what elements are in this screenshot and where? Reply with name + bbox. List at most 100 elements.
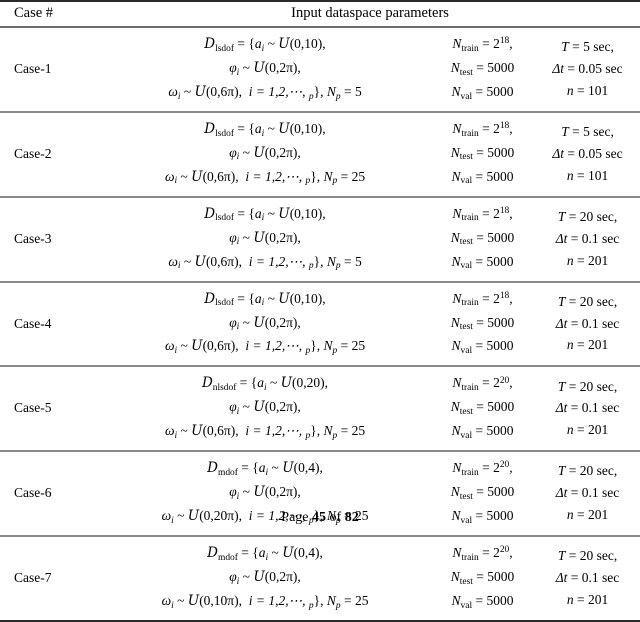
n-val-line: Nval = 5000: [451, 338, 514, 357]
case-label-cell: Case-5: [14, 400, 52, 416]
case-label-cell: Case-4: [14, 315, 52, 331]
column-header-input-dataspace-parameters: Input dataspace parameters: [291, 5, 449, 21]
time-parameters-cell: T = 20 sec, Δt = 0.1 sec n = 201: [535, 366, 640, 451]
footer-total-pages: 82: [344, 510, 359, 525]
dataspace-parameters-table: Case # Input dataspace parameters Case-1…: [0, 0, 640, 622]
total-time-line: T = 20 sec,: [557, 293, 618, 309]
dataspace-omega-line: ωi ~ U(0,10π), i = 1,2,⋯, p}, Np = 25: [161, 593, 369, 611]
table-header-row: Case # Input dataspace parameters: [0, 1, 640, 27]
dataset-sizes-cell: Ntrain = 220, Ntest = 5000 Nval = 5000: [430, 536, 535, 621]
dataset-sizes-cell: Ntrain = 220, Ntest = 5000 Nval = 5000: [430, 366, 535, 451]
n-train-line: Ntrain = 220,: [452, 375, 513, 394]
n-test-line: Ntest = 5000: [450, 314, 515, 333]
footer-prefix: Page: [281, 510, 313, 525]
dataspace-amplitude-line: Dlsdof = {ai ~ U(0,10),: [204, 120, 326, 139]
n-test-line: Ntest = 5000: [450, 484, 515, 502]
table-row: Case-1 Dlsdof = {ai ~ U(0,10), φi ~ U(0,2π…: [0, 27, 640, 112]
dataspace-amplitude-line: Dlsdof = {ai ~ U(0,10),: [204, 36, 326, 54]
case-label-cell: Case-3: [14, 230, 52, 246]
n-val-line: Nval = 5000: [451, 593, 514, 611]
table-row: Case-5 Dnlsdof = {ai ~ U(0,20), φi ~ U(0,2…: [0, 366, 640, 451]
time-parameters-cell: T = 20 sec, Δt = 0.1 sec n = 201: [535, 197, 640, 282]
time-parameters-cell: T = 20 sec, Δt = 0.1 sec n = 201: [535, 282, 640, 367]
table-row: Case-2 Dlsdof = {ai ~ U(0,10), φi ~ U(0,2π…: [0, 111, 640, 197]
footer-page-number: 45: [312, 510, 327, 525]
n-train-line: Ntrain = 220,: [452, 545, 513, 563]
n-train-line: Ntrain = 220,: [452, 460, 513, 478]
time-step-line: Δt = 0.1 sec: [555, 315, 620, 331]
n-test-line: Ntest = 5000: [450, 569, 515, 587]
n-train-line: Ntrain = 218,: [452, 205, 513, 224]
total-time-line: T = 20 sec,: [557, 548, 618, 564]
dataspace-parameters-cell: Dlsdof = {ai ~ U(0,10), φi ~ U(0,2π), ωi ~…: [100, 282, 430, 367]
document-page: Case # Input dataspace parameters Case-1…: [0, 0, 640, 622]
time-step-line: Δt = 0.1 sec: [555, 485, 620, 501]
dataspace-phase-line: φi ~ U(0,2π),: [229, 144, 301, 163]
num-steps-line: n = 201: [566, 337, 609, 353]
dataspace-omega-line: ωi ~ U(0,6π), i = 1,2,⋯, p}, Np = 25: [164, 338, 366, 357]
n-test-line: Ntest = 5000: [450, 144, 515, 163]
time-step-line: Δt = 0.05 sec: [552, 61, 623, 76]
total-time-line: T = 20 sec,: [557, 463, 618, 479]
n-train-line: Ntrain = 218,: [452, 120, 513, 139]
case-label-cell: Case-2: [14, 145, 52, 161]
table-row: Case-4 Dlsdof = {ai ~ U(0,10), φi ~ U(0,2π…: [0, 281, 640, 367]
dataspace-phase-line: φi ~ U(0,2π),: [229, 229, 301, 248]
n-val-line: Nval = 5000: [451, 168, 514, 187]
dataspace-omega-line: ωi ~ U(0,6π), i = 1,2,⋯, p}, Np = 25: [164, 423, 366, 441]
n-test-line: Ntest = 5000: [450, 399, 515, 418]
dataspace-parameters-cell: Dmdof = {ai ~ U(0,4), φi ~ U(0,2π), ωi ~ U…: [100, 536, 430, 621]
dataspace-parameters-cell: Dlsdof = {ai ~ U(0,10), φi ~ U(0,2π), ωi ~…: [100, 112, 430, 197]
dataset-sizes-cell: Ntrain = 218, Ntest = 5000 Nval = 5000: [430, 282, 535, 367]
time-step-line: Δt = 0.1 sec: [555, 400, 620, 416]
dataspace-omega-line: ωi ~ U(0,6π), i = 1,2,⋯, p}, Np = 5: [168, 253, 362, 272]
total-time-line: T = 5 sec,: [561, 39, 614, 55]
dataspace-omega-line: ωi ~ U(0,6π), i = 1,2,⋯, p}, Np = 25: [164, 168, 366, 187]
table-row: Case-3 Dlsdof = {ai ~ U(0,10), φi ~ U(0,2π…: [0, 196, 640, 282]
total-time-line: T = 20 sec,: [557, 208, 618, 224]
total-time-line: T = 20 sec,: [557, 378, 618, 394]
num-steps-line: n = 101: [566, 82, 609, 98]
time-parameters-cell: T = 5 sec, Δt = 0.05 sec n = 101: [535, 27, 640, 112]
n-test-line: Ntest = 5000: [450, 229, 515, 248]
footer-middle: of: [326, 510, 345, 525]
table-body: Case-1 Dlsdof = {ai ~ U(0,10), φi ~ U(0,2π…: [0, 27, 640, 622]
case-label-cell: Case-7: [14, 570, 52, 586]
dataspace-phase-line: φi ~ U(0,2π),: [229, 399, 301, 418]
dataspace-parameters-cell: Dlsdof = {ai ~ U(0,10), φi ~ U(0,2π), ωi ~…: [100, 197, 430, 282]
dataspace-phase-line: φi ~ U(0,2π),: [229, 59, 301, 78]
n-test-line: Ntest = 5000: [450, 59, 515, 78]
dataspace-amplitude-line: Dnlsdof = {ai ~ U(0,20),: [201, 375, 329, 394]
table-row: Case-7 Dmdof = {ai ~ U(0,4), φi ~ U(0,2π),…: [0, 536, 640, 622]
dataspace-amplitude-line: Dlsdof = {ai ~ U(0,10),: [204, 205, 326, 224]
dataspace-phase-line: φi ~ U(0,2π),: [229, 569, 301, 587]
dataspace-amplitude-line: Dlsdof = {ai ~ U(0,10),: [204, 290, 326, 309]
dataspace-amplitude-line: Dmdof = {ai ~ U(0,4),: [207, 460, 323, 478]
time-step-line: Δt = 0.1 sec: [555, 570, 620, 586]
column-header-case: Case #: [14, 5, 54, 21]
time-step-line: Δt = 0.05 sec: [552, 145, 623, 161]
dataset-sizes-cell: Ntrain = 218, Ntest = 5000 Nval = 5000: [430, 27, 535, 112]
n-train-line: Ntrain = 218,: [452, 36, 513, 54]
time-parameters-cell: T = 5 sec, Δt = 0.05 sec n = 101: [535, 112, 640, 197]
page-footer: Page 45 of 82: [0, 510, 640, 526]
n-val-line: Nval = 5000: [451, 423, 514, 441]
num-steps-line: n = 101: [566, 167, 609, 183]
dataspace-phase-line: φi ~ U(0,2π),: [229, 314, 301, 333]
total-time-line: T = 5 sec,: [561, 124, 614, 139]
dataspace-parameters-cell: Dlsdof = {ai ~ U(0,10), φi ~ U(0,2π), ωi ~…: [100, 27, 430, 112]
n-val-line: Nval = 5000: [451, 253, 514, 272]
dataspace-amplitude-line: Dmdof = {ai ~ U(0,4),: [207, 545, 323, 563]
num-steps-line: n = 201: [566, 592, 609, 608]
case-label-cell: Case-1: [14, 61, 52, 76]
dataspace-omega-line: ωi ~ U(0,6π), i = 1,2,⋯, p}, Np = 5: [168, 83, 362, 102]
time-step-line: Δt = 0.1 sec: [555, 230, 620, 246]
dataset-sizes-cell: Ntrain = 218, Ntest = 5000 Nval = 5000: [430, 112, 535, 197]
n-train-line: Ntrain = 218,: [452, 290, 513, 309]
dataset-sizes-cell: Ntrain = 218, Ntest = 5000 Nval = 5000: [430, 197, 535, 282]
dataspace-phase-line: φi ~ U(0,2π),: [229, 484, 301, 502]
num-steps-line: n = 201: [566, 422, 609, 438]
table-header: Case # Input dataspace parameters: [0, 1, 640, 27]
dataspace-parameters-cell: Dnlsdof = {ai ~ U(0,20), φi ~ U(0,2π), ωi …: [100, 366, 430, 451]
num-steps-line: n = 201: [566, 252, 609, 268]
